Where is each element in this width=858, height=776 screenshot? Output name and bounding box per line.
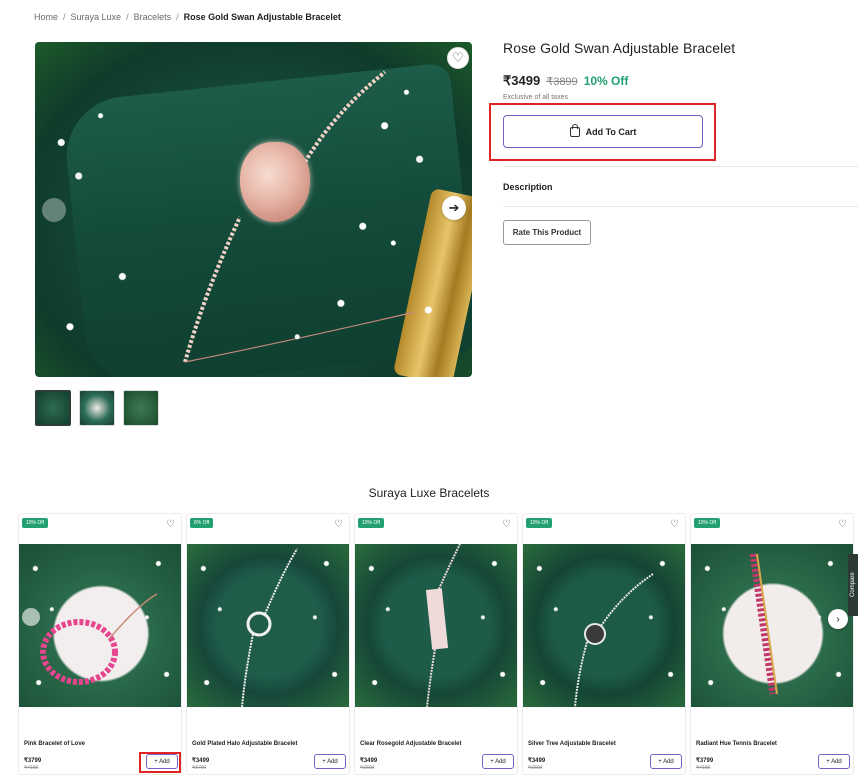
wishlist-heart-icon[interactable]: ♡ xyxy=(166,519,175,530)
product-price: ₹3499 xyxy=(192,758,210,764)
wishlist-heart-icon[interactable]: ♡ xyxy=(502,519,511,530)
original-price: ₹3899 xyxy=(546,76,578,88)
price-row: ₹3499 ₹3899 10% Off xyxy=(503,73,628,89)
product-price: ₹3499 xyxy=(360,758,378,764)
product-name[interactable]: Silver Tree Adjustable Bracelet xyxy=(528,741,616,747)
highlight-annotation xyxy=(139,752,181,773)
product-name[interactable]: Pink Bracelet of Love xyxy=(24,741,85,747)
product-title: Rose Gold Swan Adjustable Bracelet xyxy=(503,40,736,56)
wishlist-heart-icon[interactable]: ♡ xyxy=(838,519,847,530)
product-image[interactable] xyxy=(355,544,517,707)
thumbnail-1[interactable] xyxy=(35,390,71,426)
product-card[interactable]: 10% Off ♡ Clear Rosegold Adjustable Brac… xyxy=(354,513,518,775)
thumbnail-3[interactable] xyxy=(123,390,159,426)
breadcrumb-separator: / xyxy=(126,12,129,22)
description-label: Description xyxy=(503,181,553,192)
breadcrumb-separator: / xyxy=(176,12,179,22)
add-to-cart-label: Add To Cart xyxy=(585,126,637,137)
product-old-price: ₹4199 xyxy=(24,765,39,771)
product-image[interactable] xyxy=(187,544,349,707)
add-button[interactable]: + Add xyxy=(650,754,682,769)
product-name[interactable]: Gold Plated Halo Adjustable Bracelet xyxy=(192,741,297,747)
thumbnail-strip xyxy=(35,390,159,426)
wishlist-heart-icon[interactable]: ♡ xyxy=(447,47,469,69)
discount-badge: 10% Off xyxy=(526,518,552,528)
product-name[interactable]: Radiant Hue Tennis Bracelet xyxy=(696,741,777,747)
product-price: ₹3799 xyxy=(696,758,714,764)
breadcrumb-home[interactable]: Home xyxy=(34,12,58,22)
discount-badge: 8% Off xyxy=(190,518,214,528)
add-button[interactable]: + Add xyxy=(314,754,346,769)
product-image[interactable] xyxy=(19,544,181,707)
shopping-bag-icon xyxy=(569,123,580,137)
discount-badge: 10% Off xyxy=(358,518,384,528)
carousel-prev-button[interactable] xyxy=(22,608,40,626)
product-card[interactable]: 10% Off ♡ Silver Tree Adjustable Bracele… xyxy=(522,513,686,775)
discount-badge: 10% Off xyxy=(694,518,720,528)
product-price: ₹3499 xyxy=(528,758,546,764)
add-button[interactable]: + Add xyxy=(818,754,850,769)
carousel-next-chevron-icon[interactable]: › xyxy=(828,609,848,629)
wishlist-heart-icon[interactable]: ♡ xyxy=(334,519,343,530)
image-next-arrow-icon[interactable]: ➔ xyxy=(442,196,466,220)
add-to-cart-button[interactable]: Add To Cart xyxy=(503,115,703,148)
description-accordion[interactable]: Description xyxy=(503,166,858,207)
product-card[interactable]: 8% Off ♡ Gold Plated Halo Adjustable Bra… xyxy=(186,513,350,775)
rate-product-button[interactable]: Rate This Product xyxy=(503,220,591,245)
add-button[interactable]: + Add xyxy=(482,754,514,769)
product-price: ₹3799 xyxy=(24,758,42,764)
breadcrumb-current: Rose Gold Swan Adjustable Bracelet xyxy=(183,12,341,22)
breadcrumb: Home / Suraya Luxe / Bracelets / Rose Go… xyxy=(34,12,341,22)
gypsophila-flowers xyxy=(35,42,472,377)
flowers xyxy=(355,544,517,707)
breadcrumb-suraya-luxe[interactable]: Suraya Luxe xyxy=(71,12,122,22)
product-old-price: ₹4199 xyxy=(696,765,711,771)
discount-badge: 10% Off xyxy=(22,518,48,528)
flowers xyxy=(187,544,349,707)
product-old-price: ₹3799 xyxy=(192,765,207,771)
related-section-title: Suraya Luxe Bracelets xyxy=(368,486,490,500)
tax-note: Exclusive of all taxes xyxy=(503,94,568,101)
flowers xyxy=(523,544,685,707)
breadcrumb-bracelets[interactable]: Bracelets xyxy=(134,12,172,22)
flowers xyxy=(19,544,181,707)
compare-side-tab[interactable]: Compare xyxy=(848,554,858,616)
breadcrumb-separator: / xyxy=(63,12,66,22)
product-card[interactable]: 10% Off ♡ Pink Bracelet of Love ₹3799 ₹4… xyxy=(18,513,182,775)
discount-label: 10% Off xyxy=(583,74,629,88)
wishlist-heart-icon[interactable]: ♡ xyxy=(670,519,679,530)
product-main-image[interactable] xyxy=(35,42,472,377)
product-image[interactable] xyxy=(523,544,685,707)
product-old-price: ₹3899 xyxy=(528,765,543,771)
product-card[interactable]: 10% Off ♡ Radiant Hue Tennis Bracelet ₹3… xyxy=(690,513,854,775)
image-prev-button[interactable] xyxy=(42,198,66,222)
product-name[interactable]: Clear Rosegold Adjustable Bracelet xyxy=(360,741,461,747)
thumbnail-2[interactable] xyxy=(79,390,115,426)
product-old-price: ₹3899 xyxy=(360,765,375,771)
current-price: ₹3499 xyxy=(503,73,541,88)
